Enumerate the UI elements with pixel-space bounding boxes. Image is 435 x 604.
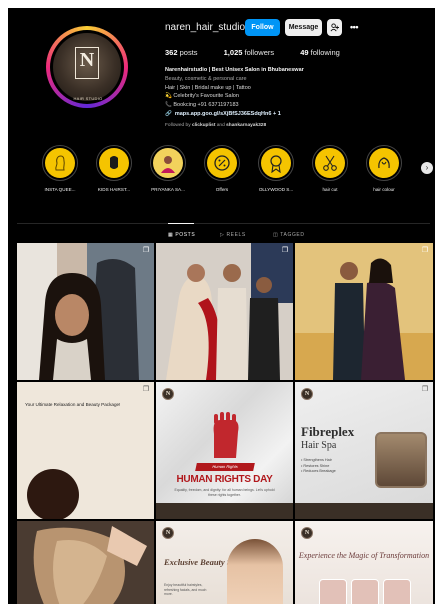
bio-category: Beauty, cosmetic & personal care [165, 75, 247, 82]
post-thumbnail[interactable]: N Exclusive Beauty Services Enjoy beauti… [156, 521, 293, 604]
avatar: N HAIR STUDIO [53, 33, 121, 101]
raised-fist-icon [213, 412, 239, 458]
post-headline: Experience the Magic of Transformation [298, 551, 430, 560]
model-photo [227, 539, 283, 604]
add-user-button[interactable] [327, 19, 342, 36]
posts-count: 362 posts [165, 48, 198, 57]
highlight-item[interactable]: PRIYANKA SA... [144, 145, 192, 192]
profile-stats: 362 posts 1,025 followers 49 following [165, 48, 364, 57]
highlight-item[interactable]: INSTA QUEE... [36, 145, 84, 192]
highlights-next-button[interactable]: › [421, 162, 433, 174]
more-dots-icon: ••• [350, 22, 358, 32]
chevron-right-icon: › [425, 163, 429, 172]
post-bullets: • Strengthens Hair • Restores Shine • Re… [301, 458, 336, 474]
multiple-images-icon: ❐ [142, 247, 150, 254]
nail-photo [319, 579, 347, 604]
more-options-button[interactable]: ••• [348, 19, 360, 36]
post-thumbnail[interactable]: N Human Rights HUMAN RIGHTS DAY Equality… [156, 382, 293, 519]
highlight-item[interactable]: hair colour [360, 145, 408, 192]
follow-button[interactable]: Follow [245, 19, 280, 36]
bio-line: 📞 Bookcing +91 6371197183 [165, 102, 239, 109]
post-thumbnail[interactable] [17, 521, 154, 604]
brand-logo: N HAIR STUDIO [73, 47, 103, 101]
nail-photo [383, 579, 411, 604]
post-thumbnail[interactable]: N Fibreplex Hair Spa • Strengthens Hair … [295, 382, 433, 519]
scissors-icon [323, 155, 337, 171]
post-subtext: Enjoy beautiful hairstyles, refreshing f… [164, 583, 207, 597]
tab-tagged[interactable]: ◫ TAGGED [273, 232, 305, 238]
multiple-images-icon: ❐ [142, 386, 150, 393]
highlight-item[interactable]: Offers [198, 145, 246, 192]
followed-by[interactable]: Followed by clickuplist and shankarnayak… [165, 123, 266, 128]
post-footer-bar [156, 503, 293, 519]
bio-link[interactable]: 🔗 maps.app.goo.gl/sXjBfSJ36ESdqHn6 + 1 [165, 110, 430, 119]
brand-badge: N [162, 527, 174, 539]
salon-couple-photo [295, 243, 433, 380]
grid-icon: ▦ [168, 232, 174, 238]
highlight-item[interactable]: OLLYWOOD S... [252, 145, 300, 192]
tagged-icon: ◫ [273, 232, 279, 238]
add-person-icon [330, 23, 339, 32]
hair-styling-photo [17, 521, 154, 604]
reels-icon: ▷ [220, 232, 225, 238]
bio-line: Hair | Skin | Bridal make up | Tattoo [165, 84, 251, 91]
portrait-photo-icon [161, 156, 175, 173]
tabs-divider [17, 223, 430, 224]
link-icon: 🔗 [165, 110, 172, 117]
following-count[interactable]: 49 following [300, 48, 352, 57]
brand-badge: N [301, 388, 313, 400]
decorative-circle [27, 469, 79, 519]
post-subtext: Equality, freedom, and dignity: for all … [174, 488, 275, 497]
active-tab-indicator [168, 223, 194, 224]
multiple-images-icon: ❐ [421, 386, 429, 393]
multiple-images-icon: ❐ [421, 247, 429, 254]
bio-name: Narenhairstudio | Best Unisex Salon in B… [165, 67, 304, 73]
kid-head-icon [110, 156, 118, 169]
post-thumbnail[interactable]: N Experience the Magic of Transformation [295, 521, 433, 604]
multiple-images-icon: ❐ [281, 247, 289, 254]
post-headline: Fibreplex [301, 424, 355, 439]
message-button[interactable]: Message [285, 19, 322, 36]
profile-avatar-ring[interactable]: N HAIR STUDIO [46, 26, 128, 108]
offer-badge-icon [214, 155, 230, 171]
highlight-item[interactable]: hair cut [306, 145, 354, 192]
highlight-item[interactable]: KIDS HAIRST... [90, 145, 138, 192]
woman-profile-icon [55, 155, 65, 171]
salon-client-photo [17, 243, 154, 380]
post-thumbnail[interactable]: Your Ultimate Relaxation and Beauty Pack… [17, 382, 154, 519]
post-headline: HUMAN RIGHTS DAY [176, 474, 273, 485]
profile-username: naren_hair_studio [165, 22, 246, 33]
holiday-ribbon: Human Rights [195, 463, 255, 471]
followers-count[interactable]: 1,025 followers [224, 48, 286, 57]
brand-badge: N [162, 388, 174, 400]
tab-reels[interactable]: ▷ REELS [220, 232, 246, 238]
nail-photo [351, 579, 379, 604]
post-thumbnail[interactable]: ❐ [17, 243, 154, 380]
post-subheadline: Hair Spa [301, 440, 337, 451]
post-caption: Your Ultimate Relaxation and Beauty Pack… [25, 402, 121, 407]
hair-dye-icon [378, 157, 390, 169]
bio-line: 💫 Celebrity's Favourite Salon [165, 93, 239, 100]
post-thumbnail[interactable]: ❐ [295, 243, 433, 380]
brand-badge: N [301, 527, 313, 539]
post-footer-bar [295, 503, 433, 519]
tab-posts[interactable]: ▦ POSTS [168, 232, 195, 238]
instagram-profile: N HAIR STUDIO naren_hair_studio Follow M… [8, 8, 435, 604]
hair-spa-photo [375, 432, 427, 488]
award-medal-icon [270, 155, 282, 173]
profile-bio: Narenhairstudio | Best Unisex Salon in B… [165, 66, 430, 119]
post-thumbnail[interactable]: ❐ [156, 243, 293, 380]
salon-event-photo [156, 243, 293, 380]
